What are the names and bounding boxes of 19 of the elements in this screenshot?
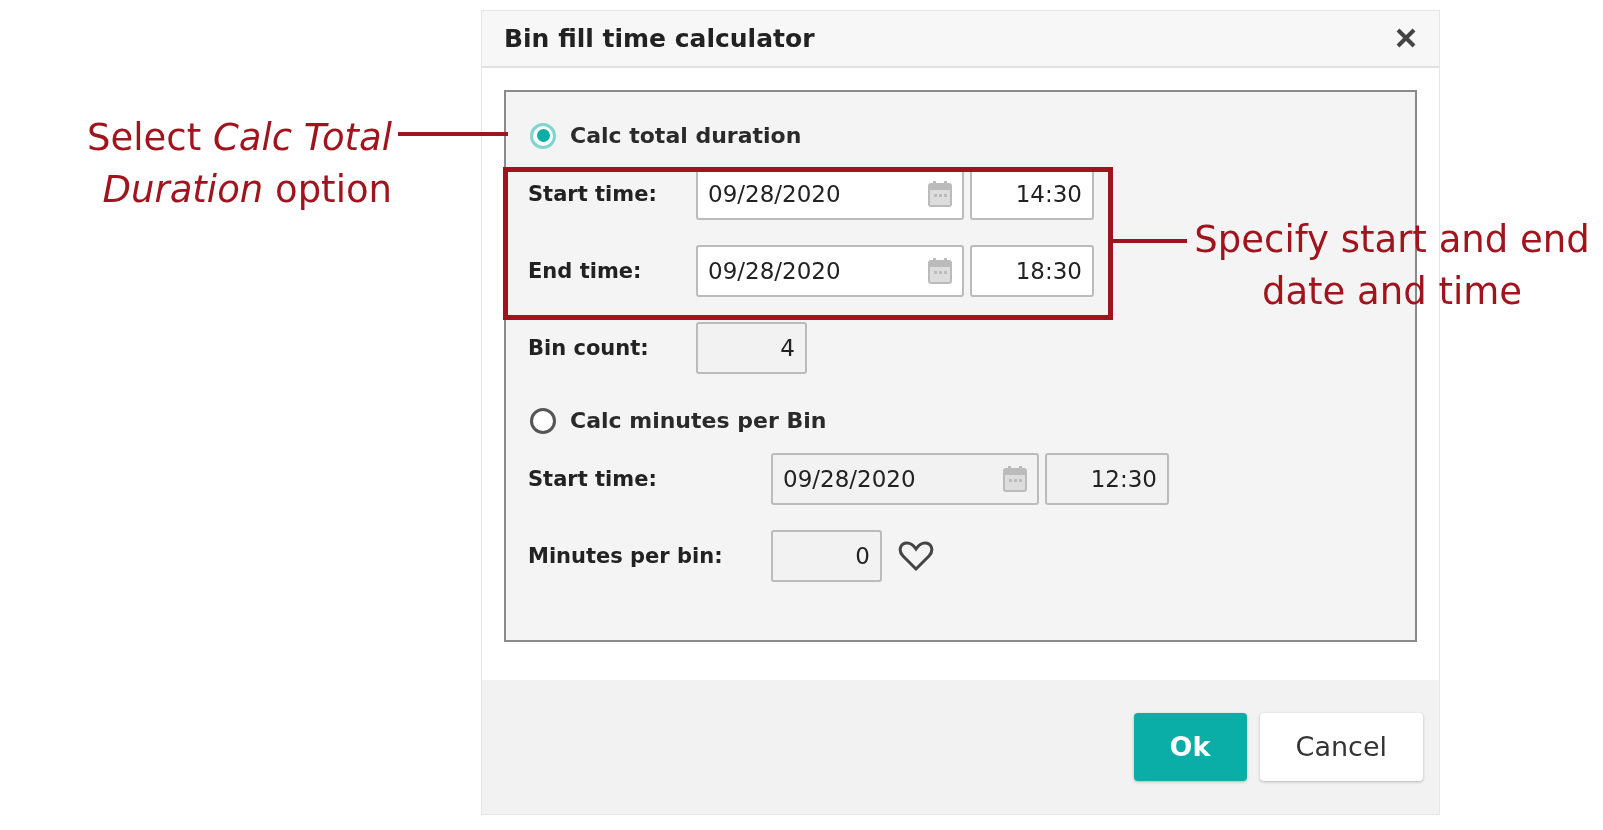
- cancel-button[interactable]: Cancel: [1259, 712, 1423, 781]
- option-label: Calc minutes per Bin: [570, 408, 827, 434]
- close-icon[interactable]: [1395, 27, 1417, 50]
- field-label: End time:: [528, 259, 643, 284]
- field-label: Start time:: [528, 467, 658, 492]
- field-label: Bin count:: [528, 336, 650, 361]
- calendar-icon[interactable]: [928, 258, 952, 285]
- field-label: Start time:: [528, 182, 658, 207]
- heart-icon[interactable]: [898, 540, 934, 573]
- time-field[interactable]: 18:30: [970, 245, 1094, 298]
- calendar-icon[interactable]: [928, 181, 952, 208]
- field-label: Minutes per bin:: [528, 544, 724, 569]
- radio-button[interactable]: [530, 407, 556, 434]
- callout-text: Select Calc Total Duration option: [86, 115, 392, 213]
- callout-text: Specify start and end date and time: [1193, 217, 1591, 315]
- option-label: Calc total duration: [570, 123, 802, 149]
- dialog-title: Bin fill time calculator: [504, 23, 815, 53]
- radio-button[interactable]: [530, 122, 556, 149]
- date-field[interactable]: 09/28/2020: [696, 245, 964, 298]
